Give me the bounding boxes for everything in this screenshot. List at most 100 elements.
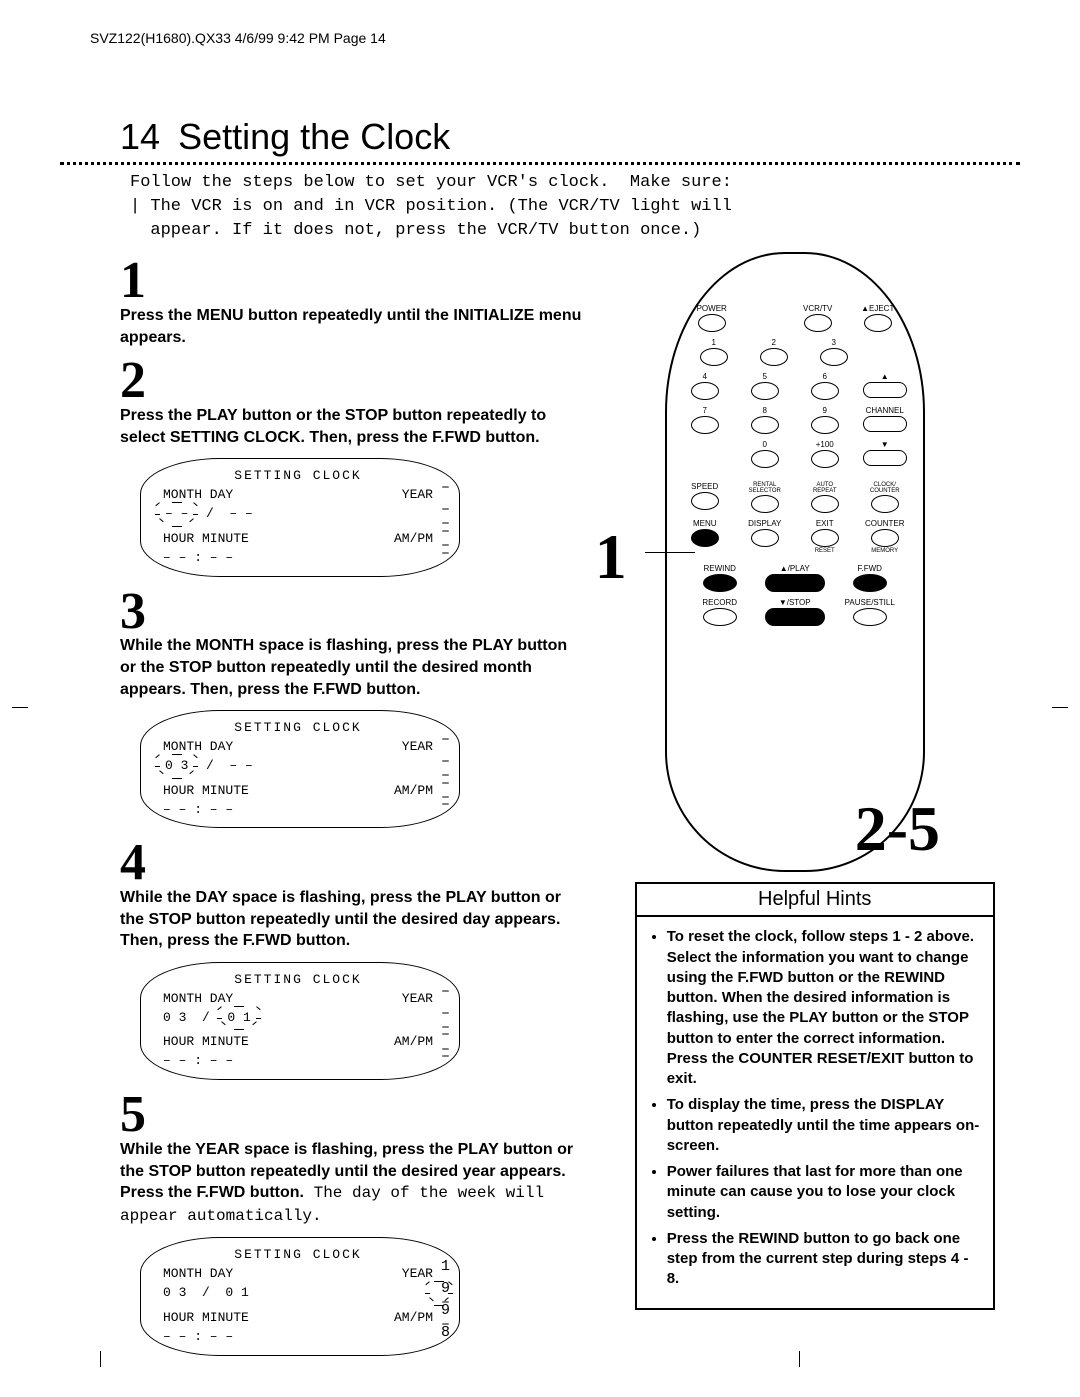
btn-label: COUNTER — [865, 519, 905, 528]
display-label: AM/PM — [394, 1033, 433, 1052]
display-label: HOUR MINUTE — [163, 782, 249, 801]
btn-label: +100 — [816, 440, 834, 449]
btn-label: 3 — [831, 338, 835, 347]
step-reference: 1 — [595, 520, 627, 594]
display-value: 0 3 / 0 1 — [163, 1009, 253, 1028]
display-title: SETTING CLOCK — [163, 719, 433, 738]
display-label: HOUR MINUTE — [163, 1033, 249, 1052]
channel-button[interactable] — [863, 416, 907, 432]
step-text: Press the PLAY button or the STOP button… — [120, 405, 585, 448]
btn-label: RENTAL SELECTOR — [746, 482, 784, 494]
play-button[interactable] — [765, 574, 825, 592]
steps-column: 1 Press the MENU button repeatedly until… — [120, 252, 585, 1367]
crop-mark — [12, 699, 28, 715]
title-number: 14 — [120, 116, 160, 157]
right-column: 1 POWER VCR/TV ▲EJECT 1 2 3 — [605, 252, 1020, 892]
digit-button[interactable] — [751, 382, 779, 400]
exit-button[interactable] — [811, 529, 839, 547]
digit-button[interactable] — [691, 416, 719, 434]
power-button[interactable] — [698, 314, 726, 332]
digit-button[interactable] — [691, 382, 719, 400]
hints-body: To reset the clock, follow steps 1 - 2 a… — [637, 923, 993, 1307]
plus100-button[interactable] — [811, 450, 839, 468]
btn-label: 6 — [822, 372, 826, 381]
helpful-hints-box: Helpful Hints To reset the clock, follow… — [635, 882, 995, 1309]
digit-button[interactable] — [751, 450, 779, 468]
btn-label: SPEED — [691, 482, 718, 491]
crop-mark — [799, 1351, 800, 1367]
ffwd-button[interactable] — [853, 574, 887, 592]
display-value: 0 3 / – – — [163, 757, 253, 776]
vcr-tv-button[interactable] — [804, 314, 832, 332]
prepress-header: SVZ122(H1680).QX33 4/6/99 9:42 PM Page 1… — [90, 30, 1020, 46]
step-number: 3 — [120, 589, 585, 636]
btn-label: DISPLAY — [748, 519, 781, 528]
pause-button[interactable] — [853, 608, 887, 626]
btn-sublabel: MEMORY — [871, 548, 898, 554]
page-title: 14 Setting the Clock — [120, 116, 1020, 158]
menu-button[interactable] — [691, 529, 719, 547]
step-number: 5 — [120, 1092, 585, 1139]
remote-figure: 1 POWER VCR/TV ▲EJECT 1 2 3 — [605, 252, 1020, 892]
display-title: SETTING CLOCK — [163, 467, 433, 486]
rewind-button[interactable] — [703, 574, 737, 592]
btn-label: 0 — [762, 440, 766, 449]
digit-button[interactable] — [811, 416, 839, 434]
digit-button[interactable] — [760, 348, 788, 366]
digit-button[interactable] — [811, 382, 839, 400]
rental-selector-button[interactable] — [751, 495, 779, 513]
btn-label: F.FWD — [858, 564, 882, 573]
step-reference: 2-5 — [855, 792, 940, 866]
hints-separator — [637, 915, 993, 917]
page: SVZ122(H1680).QX33 4/6/99 9:42 PM Page 1… — [0, 0, 1080, 1397]
step-text: Press the MENU button repeatedly until t… — [120, 305, 585, 348]
digit-button[interactable] — [700, 348, 728, 366]
speed-button[interactable] — [691, 492, 719, 510]
display-side: – – — [441, 1292, 459, 1336]
display-label: AM/PM — [394, 782, 433, 801]
stop-button[interactable] — [765, 608, 825, 626]
btn-label: 2 — [771, 338, 775, 347]
btn-label: RECORD — [702, 598, 737, 607]
display-value: – – : – – — [163, 1052, 233, 1071]
display-title: SETTING CLOCK — [163, 1246, 433, 1265]
display-value: – – / – – — [163, 505, 253, 524]
vcr-display: SETTING CLOCK MONTH DAY YEAR 0 3 / 0 1 1… — [140, 1237, 460, 1355]
display-side: – – — [441, 513, 459, 557]
channel-down-button[interactable] — [863, 450, 907, 466]
auto-repeat-button[interactable] — [811, 495, 839, 513]
btn-label: AUTO REPEAT — [806, 482, 844, 494]
btn-label: CHANNEL — [866, 406, 904, 415]
btn-label: POWER — [697, 304, 727, 313]
step-text: While the YEAR space is flashing, press … — [120, 1139, 585, 1227]
digit-button[interactable] — [751, 416, 779, 434]
btn-label: ▲ — [881, 372, 889, 381]
title-separator — [60, 162, 1020, 165]
display-label: HOUR MINUTE — [163, 1309, 249, 1328]
hint-item: To display the time, press the DISPLAY b… — [667, 1095, 981, 1156]
vcr-display: SETTING CLOCK MONTH DAY YEAR 0 3 / – – –… — [140, 710, 460, 828]
display-button[interactable] — [751, 529, 779, 547]
display-label: YEAR — [402, 990, 433, 1009]
digit-button[interactable] — [820, 348, 848, 366]
record-button[interactable] — [703, 608, 737, 626]
vcr-display: SETTING CLOCK MONTH DAY YEAR – – / – – –… — [140, 458, 460, 576]
main-columns: 1 Press the MENU button repeatedly until… — [60, 252, 1020, 1367]
btn-label: CLOCK/ COUNTER — [866, 482, 904, 494]
eject-button[interactable] — [864, 314, 892, 332]
display-side: – – — [441, 1017, 459, 1061]
crop-mark — [100, 1351, 101, 1367]
display-label: HOUR MINUTE — [163, 530, 249, 549]
display-value: 0 3 / 0 1 — [163, 1284, 249, 1303]
channel-up-button[interactable] — [863, 382, 907, 398]
display-title: SETTING CLOCK — [163, 971, 433, 990]
step-number: 4 — [120, 840, 585, 887]
hint-item: Press the REWIND button to go back one s… — [667, 1229, 981, 1290]
btn-label: 5 — [762, 372, 766, 381]
display-value: – – : – – — [163, 801, 233, 820]
clock-counter-button[interactable] — [871, 495, 899, 513]
counter-button[interactable] — [871, 529, 899, 547]
btn-label: 7 — [702, 406, 706, 415]
step-text: While the MONTH space is flashing, press… — [120, 635, 585, 700]
btn-label: EXIT — [816, 519, 834, 528]
